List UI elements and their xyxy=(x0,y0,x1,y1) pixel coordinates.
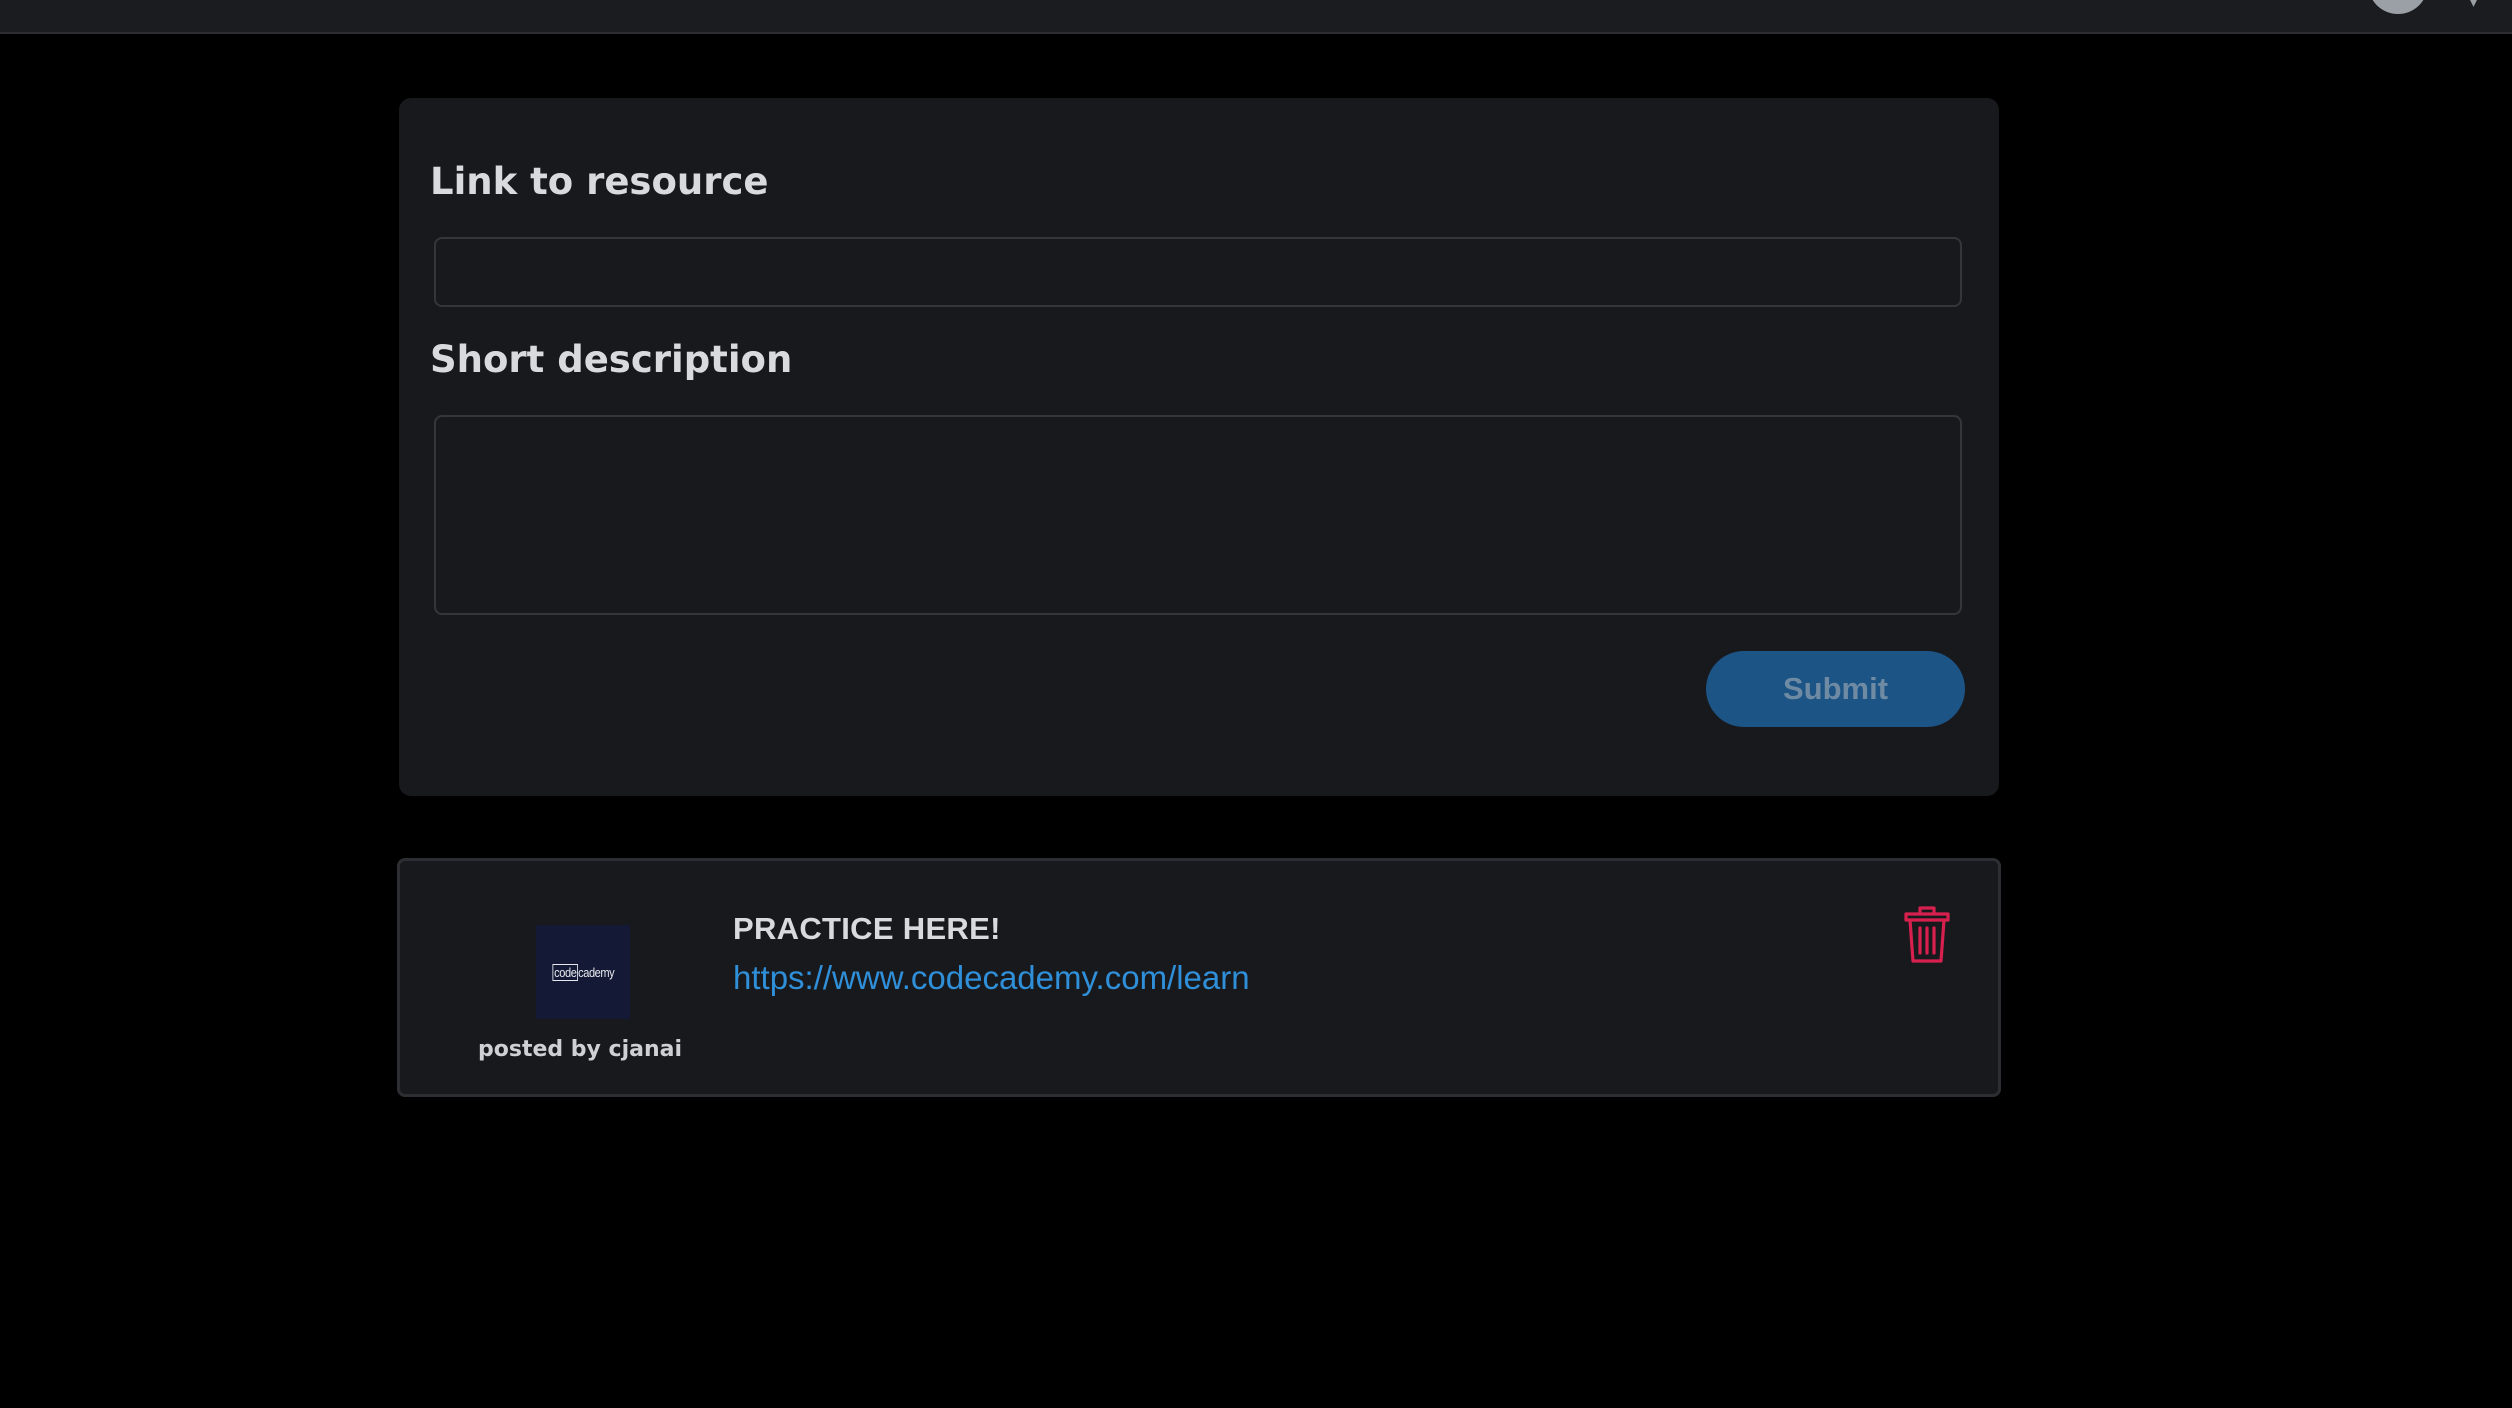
resource-post-card: code cademy posted by cjanai PRACTICE HER… xyxy=(397,858,2001,1097)
description-textarea[interactable] xyxy=(434,415,1962,615)
post-link[interactable]: https://www.codecademy.com/learn xyxy=(733,959,1250,997)
top-navbar: ▾ xyxy=(0,0,2512,34)
delete-post-button[interactable] xyxy=(1903,906,1951,964)
post-thumbnail: code cademy xyxy=(536,925,630,1019)
link-input[interactable] xyxy=(434,237,1962,307)
user-avatar-icon[interactable] xyxy=(2368,0,2428,14)
trash-icon xyxy=(1904,906,1950,963)
post-title: PRACTICE HERE! xyxy=(733,911,1001,946)
chevron-down-icon[interactable]: ▾ xyxy=(2470,0,2484,9)
codecademy-logo: code cademy xyxy=(552,963,614,981)
post-author: posted by cjanai xyxy=(477,1037,683,1062)
add-resource-form: Link to resource Short description Submi… xyxy=(399,98,1999,796)
submit-button[interactable]: Submit xyxy=(1706,651,1965,727)
link-field-label: Link to resource xyxy=(430,160,769,203)
description-field-label: Short description xyxy=(430,338,793,381)
